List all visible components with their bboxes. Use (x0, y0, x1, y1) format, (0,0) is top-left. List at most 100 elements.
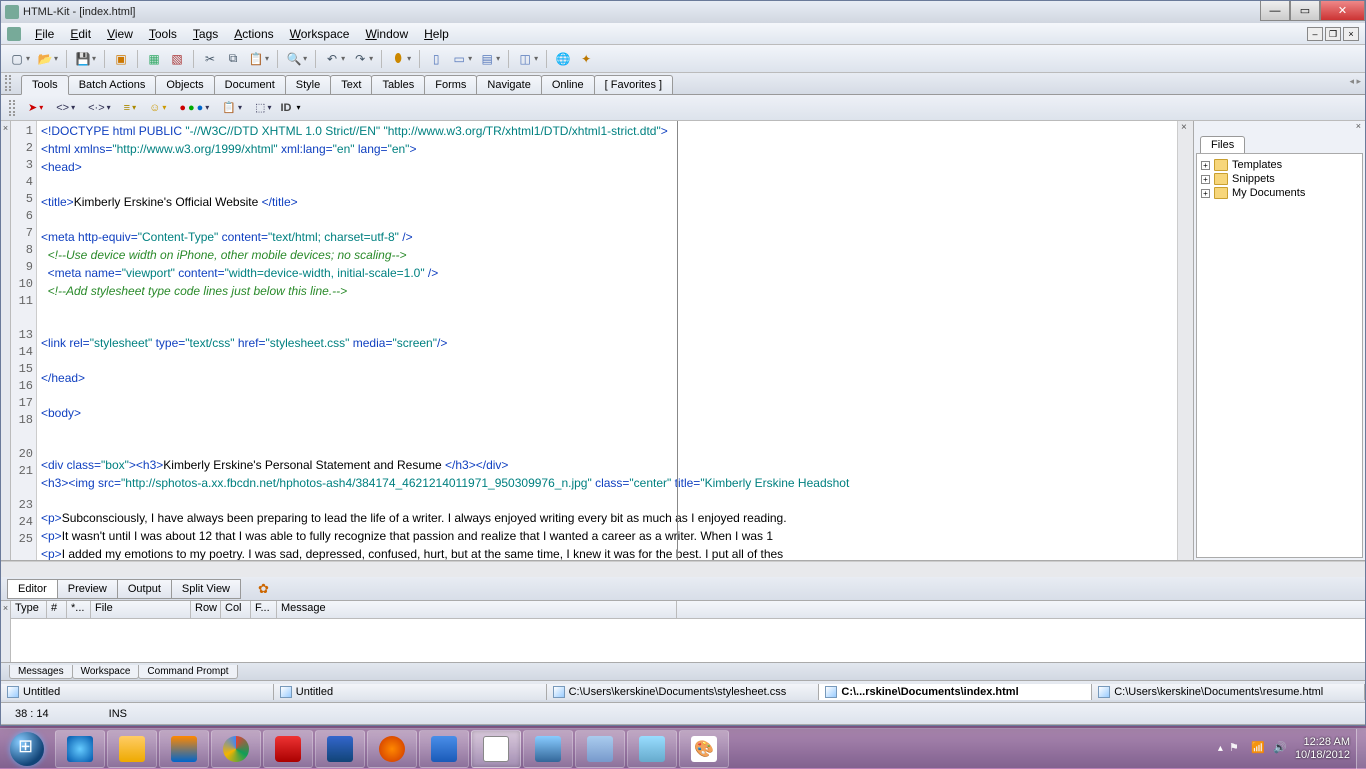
viewtab-preview[interactable]: Preview (57, 579, 118, 599)
help-icon[interactable]: ⬮ (388, 49, 408, 69)
tab-text[interactable]: Text (330, 75, 372, 94)
cut-icon[interactable]: ✂ (200, 49, 220, 69)
layout3-icon[interactable]: ▤ (477, 49, 497, 69)
doc-tab[interactable]: C:\Users\kerskine\Documents\stylesheet.c… (547, 684, 820, 700)
viewtab-output[interactable]: Output (117, 579, 172, 599)
globe-icon[interactable]: 🌐 (553, 49, 573, 69)
tray-overflow-icon[interactable]: ▴ (1218, 743, 1223, 754)
output-col[interactable]: Col (221, 601, 251, 618)
system-tray[interactable]: ▴ ⚑ 📶 🔊 12:28 AM 10/18/2012 (1212, 736, 1356, 762)
tab-scroll[interactable]: ◂ ▸ (1349, 76, 1361, 87)
taskbar-app2[interactable] (315, 730, 365, 768)
tab-forms[interactable]: Forms (424, 75, 477, 94)
volume-icon[interactable]: 🔊 (1273, 741, 1289, 757)
tab-document[interactable]: Document (214, 75, 286, 94)
doc-tab[interactable]: C:\...rskine\Documents\index.html (819, 684, 1092, 700)
menu-actions[interactable]: Actions (226, 25, 281, 43)
network-icon[interactable]: 📶 (1251, 741, 1267, 757)
start-button[interactable] (0, 729, 54, 769)
taskbar-media[interactable] (159, 730, 209, 768)
tab-tools[interactable]: Tools (21, 75, 69, 95)
tab-batch-actions[interactable]: Batch Actions (68, 75, 157, 94)
taskbar-word[interactable] (419, 730, 469, 768)
tools-icon[interactable]: ✦ (576, 49, 596, 69)
tree-item[interactable]: +My Documents (1201, 186, 1358, 200)
lowertab-messages[interactable]: Messages (9, 665, 73, 679)
indent-icon[interactable]: ≡▾ (120, 99, 140, 117)
taskbar-htmlkit[interactable] (471, 730, 521, 768)
taskbar-explorer[interactable] (107, 730, 157, 768)
taskbar-app4[interactable] (575, 730, 625, 768)
menu-workspace[interactable]: Workspace (282, 25, 358, 43)
taskbar-app3[interactable] (523, 730, 573, 768)
menu-view[interactable]: View (99, 25, 141, 43)
toolbar-grip[interactable] (5, 75, 11, 91)
doc-tab[interactable]: Untitled (274, 684, 547, 700)
anchor-icon[interactable]: <>▾ (52, 99, 79, 117)
viewtab-editor[interactable]: Editor (7, 579, 58, 599)
smiley-icon[interactable]: ☺▾ (145, 99, 170, 117)
horizontal-scrollbar[interactable] (1, 561, 1365, 577)
mdi-restore-button[interactable]: ❐ (1325, 27, 1341, 41)
file-tree[interactable]: +Templates+Snippets+My Documents (1196, 153, 1363, 558)
menu-tools[interactable]: Tools (141, 25, 185, 43)
taskbar-firefox[interactable] (367, 730, 417, 768)
titlebar[interactable]: HTML-Kit - [index.html] — ▭ ✕ (1, 1, 1365, 23)
lowertab-command-prompt[interactable]: Command Prompt (138, 665, 237, 679)
color-icon[interactable]: ●●●▾ (175, 99, 213, 117)
tree-item[interactable]: +Templates (1201, 158, 1358, 172)
layout2-icon[interactable]: ▭ (449, 49, 469, 69)
code-area[interactable]: <!DOCTYPE html PUBLIC "-//W3C//DTD XHTML… (37, 121, 1177, 560)
ftp-icon[interactable]: ▣ (111, 49, 131, 69)
mdi-close-button[interactable]: × (1343, 27, 1359, 41)
code-editor[interactable]: 1234567891011 131415161718 2021 232425 <… (11, 121, 1193, 560)
doc-tab[interactable]: Untitled (1, 684, 274, 700)
menu-tags[interactable]: Tags (185, 25, 226, 43)
show-desktop-button[interactable] (1356, 729, 1366, 769)
tab-navigate[interactable]: Navigate (476, 75, 541, 94)
files-tab[interactable]: Files (1200, 136, 1245, 153)
output-col[interactable]: *... (67, 601, 91, 618)
output-col[interactable]: Type (11, 601, 47, 618)
taskbar-ie[interactable] (55, 730, 105, 768)
menu-help[interactable]: Help (416, 25, 457, 43)
tree-item[interactable]: +Snippets (1201, 172, 1358, 186)
copy-icon[interactable]: ⧉ (223, 49, 243, 69)
undo-icon[interactable]: ↶ (322, 49, 342, 69)
preview-icon[interactable]: ▦ (144, 49, 164, 69)
clock[interactable]: 12:28 AM 10/18/2012 (1295, 736, 1350, 762)
viewtab-split-view[interactable]: Split View (171, 579, 241, 599)
id-icon[interactable]: ⬚▾ (251, 99, 275, 117)
mdi-min-button[interactable]: – (1307, 27, 1323, 41)
menu-window[interactable]: Window (357, 25, 416, 43)
paste-icon[interactable]: 📋 (246, 49, 266, 69)
clipboard-icon[interactable]: 📋▾ (218, 99, 246, 117)
gear-icon[interactable]: ✿ (258, 581, 274, 597)
layout1-icon[interactable]: ▯ (426, 49, 446, 69)
flag-icon[interactable]: ⚑ (1229, 741, 1245, 757)
new-file-icon[interactable]: ▢ (7, 49, 27, 69)
window-icon[interactable]: ◫ (515, 49, 535, 69)
save-icon[interactable]: 💾 (73, 49, 93, 69)
toolbar-grip[interactable] (9, 100, 15, 116)
output-close[interactable]: × (1, 601, 11, 662)
tab-objects[interactable]: Objects (155, 75, 214, 94)
taskbar-calc[interactable] (627, 730, 677, 768)
tag-icon[interactable]: <·>▾ (84, 99, 115, 117)
output-col[interactable]: # (47, 601, 67, 618)
output-col[interactable]: File (91, 601, 191, 618)
open-file-icon[interactable]: 📂 (35, 49, 55, 69)
find-icon[interactable]: 🔍 (284, 49, 304, 69)
minimize-button[interactable]: — (1260, 1, 1290, 21)
taskbar-chrome[interactable] (211, 730, 261, 768)
maximize-button[interactable]: ▭ (1290, 1, 1320, 21)
tab-style[interactable]: Style (285, 75, 331, 94)
close-button[interactable]: ✕ (1320, 1, 1365, 21)
panel-close-icon[interactable]: × (1181, 122, 1191, 132)
mdi-doc-icon[interactable] (7, 27, 21, 41)
pointer-icon[interactable]: ➤▾ (24, 99, 47, 117)
browser-icon[interactable]: ▧ (167, 49, 187, 69)
tab-tables[interactable]: Tables (371, 75, 425, 94)
doc-tab[interactable]: C:\Users\kerskine\Documents\resume.html (1092, 684, 1365, 700)
menu-edit[interactable]: Edit (62, 25, 99, 43)
